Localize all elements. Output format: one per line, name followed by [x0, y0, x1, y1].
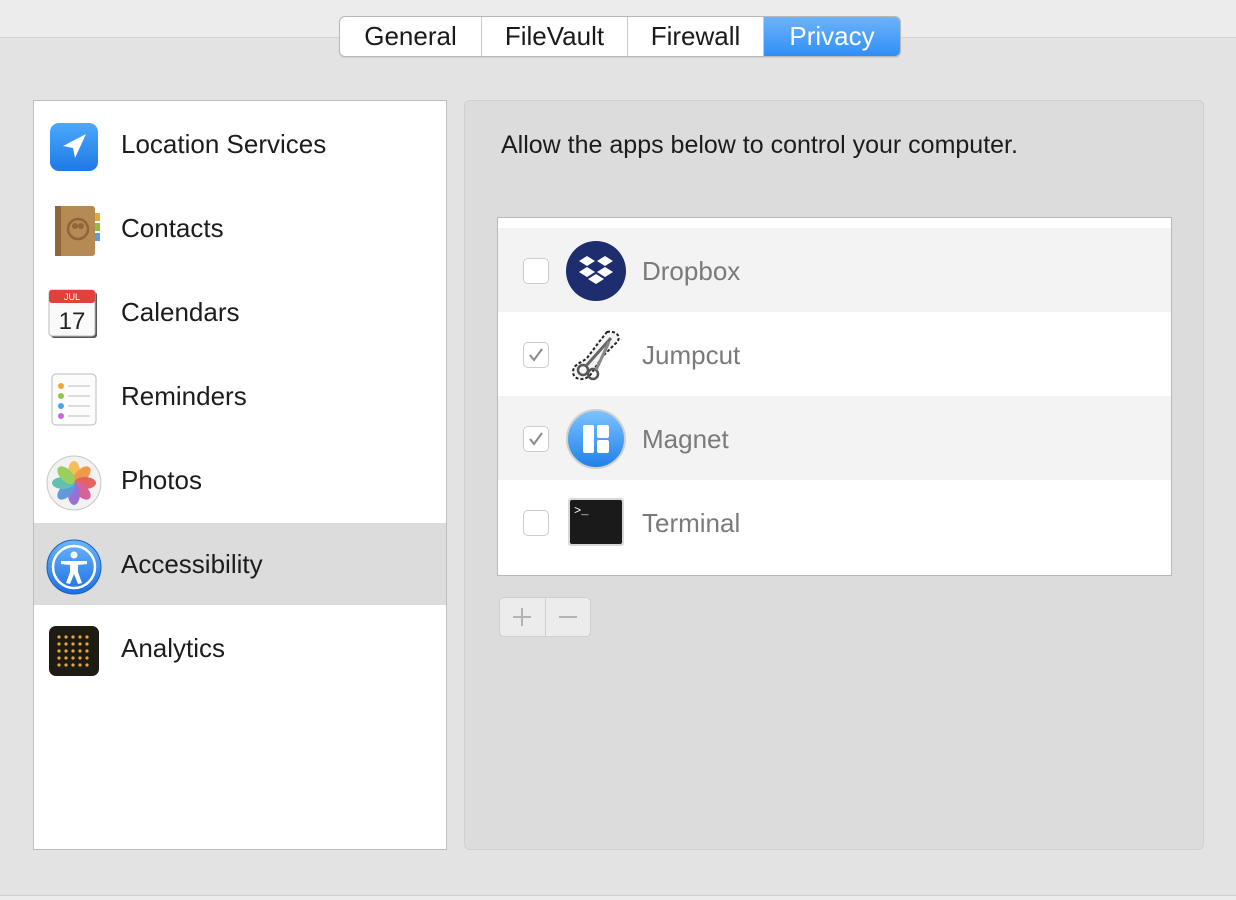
add-remove-control	[499, 597, 591, 637]
app-name: Dropbox	[642, 256, 741, 286]
app-row-jumpcut[interactable]: Jumpcut	[498, 312, 1171, 396]
location-arrow-icon	[46, 119, 102, 175]
sidebar-item-photos[interactable]: Photos	[34, 439, 446, 521]
sidebar-item-analytics[interactable]: Analytics	[34, 607, 446, 689]
app-checkbox[interactable]	[523, 426, 549, 452]
checkmark-icon	[529, 432, 543, 446]
svg-text:JUL: JUL	[64, 292, 80, 302]
preference-tabs: General FileVault Firewall Privacy	[339, 16, 901, 57]
tab-firewall[interactable]: Firewall	[628, 17, 764, 56]
sidebar-item-label: Photos	[121, 464, 202, 495]
photos-flower-icon	[46, 455, 102, 511]
sidebar-item-label: Reminders	[121, 380, 247, 411]
app-name: Magnet	[642, 424, 729, 454]
sidebar-item-label: Location Services	[121, 128, 327, 159]
plus-icon	[513, 608, 532, 626]
magnet-icon	[565, 408, 627, 470]
scissors-icon	[565, 324, 627, 386]
accessibility-person-icon	[46, 539, 102, 595]
tab-privacy[interactable]: Privacy	[764, 17, 900, 56]
analytics-grid-icon	[46, 623, 102, 679]
tab-filevault[interactable]: FileVault	[482, 17, 628, 56]
app-row-dropbox[interactable]: Dropbox	[498, 228, 1171, 312]
sidebar-item-label: Contacts	[121, 212, 224, 243]
sidebar-item-calendars[interactable]: JUL 17 Calendars	[34, 271, 446, 353]
bottom-bar	[0, 896, 1236, 900]
remove-app-button[interactable]	[546, 598, 591, 636]
tab-general[interactable]: General	[340, 17, 482, 56]
panel-description: Allow the apps below to control your com…	[501, 131, 1018, 159]
accessibility-panel: Allow the apps below to control your com…	[464, 100, 1204, 850]
app-checkbox[interactable]	[523, 342, 549, 368]
app-name: Terminal	[642, 508, 741, 538]
app-checkbox[interactable]	[523, 510, 549, 536]
sidebar-item-contacts[interactable]: Contacts	[34, 187, 446, 269]
sidebar-item-reminders[interactable]: Reminders	[34, 355, 446, 437]
checkmark-icon	[529, 348, 543, 362]
sidebar-item-location-services[interactable]: Location Services	[34, 103, 446, 185]
app-row-terminal[interactable]: >_ Terminal	[498, 480, 1171, 564]
app-row-magnet[interactable]: Magnet	[498, 396, 1171, 480]
app-name: Jumpcut	[642, 340, 741, 370]
app-list: Dropbox Jumpcut Magnet >_ Terminal	[497, 217, 1172, 576]
add-app-button[interactable]	[500, 598, 546, 636]
contacts-book-icon	[46, 203, 102, 259]
app-checkbox[interactable]	[523, 258, 549, 284]
svg-text:>_: >_	[574, 504, 589, 518]
dropbox-icon	[565, 240, 627, 302]
sidebar-item-label: Analytics	[121, 632, 226, 663]
reminders-list-icon	[46, 371, 102, 427]
minus-icon	[558, 616, 577, 618]
sidebar-item-label: Accessibility	[121, 548, 263, 579]
calendar-icon: JUL 17	[46, 287, 102, 343]
sidebar-item-label: Calendars	[121, 296, 240, 327]
privacy-category-list: Location Services Contacts JUL 17 Calend…	[33, 100, 447, 850]
terminal-icon: >_	[565, 492, 627, 554]
svg-text:17: 17	[59, 308, 86, 335]
sidebar-item-accessibility[interactable]: Accessibility	[34, 523, 446, 605]
